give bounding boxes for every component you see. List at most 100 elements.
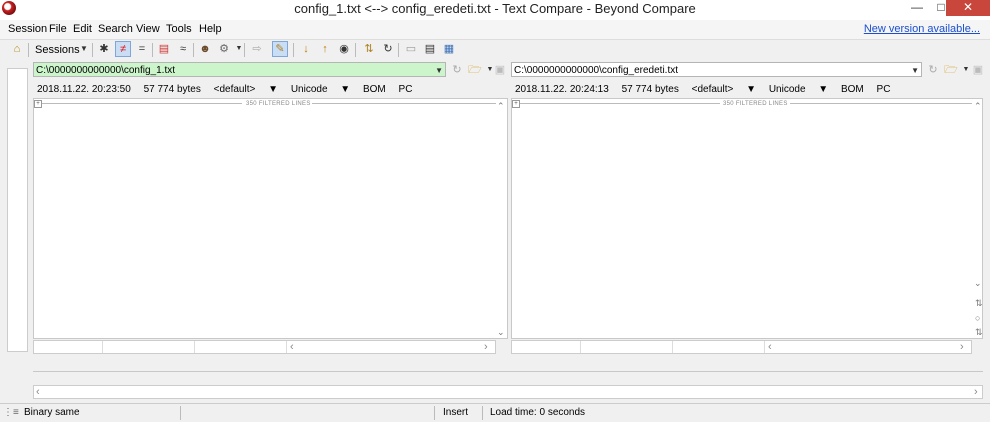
title-bar: config_1.txt <--> config_eredeti.txt - T… (0, 0, 990, 20)
left-filter-line (42, 103, 242, 104)
format-icon[interactable]: ⚙ (216, 41, 232, 57)
left-path-dropdown-icon[interactable]: ▼ (435, 63, 443, 78)
toolbar-separator (293, 43, 294, 57)
left-file-info: 2018.11.22. 20:23:50 57 774 bytes <defau… (37, 84, 422, 96)
menu-edit[interactable]: Edit (73, 23, 92, 35)
left-bom[interactable]: BOM (363, 84, 386, 95)
right-format-select[interactable]: <default> ▼ (692, 84, 756, 95)
right-text-pane[interactable] (511, 98, 983, 339)
previous-difference-icon[interactable]: ↑ (317, 41, 333, 57)
right-expand-icon[interactable]: + (512, 100, 520, 108)
menu-search[interactable]: Search (98, 23, 133, 35)
new-version-link[interactable]: New version available... (864, 23, 980, 35)
left-scroll-left-icon[interactable]: ‹ (290, 341, 294, 353)
find-icon[interactable]: ◉ (336, 41, 352, 57)
prev-section-icon[interactable]: ⇅ (975, 327, 983, 338)
copy-to-right-icon[interactable]: ⇨ (249, 41, 265, 57)
left-save-icon[interactable]: ▣ (492, 62, 508, 78)
context-icon[interactable]: ▤ (156, 41, 172, 57)
status-bar: ⋮≡ Binary same Insert Load time: 0 secon… (0, 403, 990, 422)
toolbar-separator (398, 43, 399, 57)
right-scroll-down-icon[interactable]: ⌄ (974, 278, 982, 289)
right-path-text: C:\0000000000000\config_eredeti.txt (514, 65, 679, 76)
left-filtered-lines-label: 350 FILTERED LINES (246, 101, 311, 107)
menu-tools[interactable]: Tools (166, 23, 192, 35)
reload-icon[interactable]: ↻ (380, 41, 396, 57)
left-scroll-up-icon[interactable]: ⌃ (497, 101, 505, 112)
status-separator (482, 406, 483, 420)
status-separator (180, 406, 181, 420)
edit-mode: Insert (443, 407, 469, 418)
left-expand-icon[interactable]: + (34, 100, 42, 108)
right-scroll-right-icon[interactable]: › (960, 341, 964, 353)
left-history-icon[interactable]: ↻ (449, 62, 465, 78)
grip-icon[interactable]: ⋮≡ (3, 407, 19, 418)
status-separator (434, 406, 435, 420)
swap-sides-icon[interactable]: ⇅ (361, 41, 377, 57)
next-difference-icon[interactable]: ↓ (298, 41, 314, 57)
next-section-icon[interactable]: ⇅ (975, 298, 983, 309)
right-filtered-lines-label: 350 FILTERED LINES (723, 101, 788, 107)
menu-view[interactable]: View (136, 23, 160, 35)
right-scroll-up-icon[interactable]: ⌃ (974, 101, 982, 112)
line-details-divider (33, 371, 983, 372)
left-horizontal-scrollbar[interactable]: ‹ › (33, 340, 496, 354)
right-scroll-left-icon[interactable]: ‹ (768, 341, 772, 353)
sessions-dropdown-icon[interactable]: ▼ (76, 41, 92, 57)
line-details-scrollbar[interactable]: ‹ › (33, 385, 983, 399)
close-button[interactable]: ✕ (946, 0, 990, 16)
right-encoding-select[interactable]: Unicode ▼ (769, 84, 828, 95)
details-scroll-left-icon[interactable]: ‹ (36, 386, 40, 398)
right-horizontal-scrollbar[interactable]: ‹ › (511, 340, 972, 354)
right-file-info: 2018.11.22. 20:24:13 57 774 bytes <defau… (515, 84, 900, 96)
window-title: config_1.txt <--> config_eredeti.txt - T… (294, 1, 696, 16)
minimize-button[interactable]: — (904, 0, 930, 16)
load-time: Load time: 0 seconds (490, 407, 586, 418)
compare-result: Binary same (24, 407, 80, 418)
left-filter-line (312, 103, 496, 104)
current-line-icon[interactable]: ○ (975, 313, 980, 323)
show-all-icon[interactable]: ✱ (96, 41, 112, 57)
toolbar-separator (244, 43, 245, 57)
left-encoding-select[interactable]: Unicode ▼ (291, 84, 350, 95)
toolbar: ⌂ Sessions ▼ ✱ ≠ = ▤ ≈ ☻ ⚙ ▼ ⇨ ✎ ↓ ↑ ◉ ⇅… (0, 40, 990, 60)
left-path-input[interactable]: C:\0000000000000\config_1.txt ▼ (33, 62, 446, 77)
left-scroll-down-icon[interactable]: ⌄ (497, 327, 505, 338)
show-differences-icon[interactable]: ≠ (115, 41, 131, 57)
left-scroll-right-icon[interactable]: › (484, 341, 488, 353)
menu-file[interactable]: File (49, 23, 67, 35)
rules-icon[interactable]: ☻ (197, 41, 213, 57)
home-icon[interactable]: ⌂ (9, 41, 25, 57)
left-path-text: C:\0000000000000\config_1.txt (36, 65, 175, 76)
right-history-icon[interactable]: ↻ (925, 62, 941, 78)
toolbar-separator (355, 43, 356, 57)
right-open-folder-icon[interactable]: 🗁 (943, 62, 959, 78)
left-open-folder-icon[interactable]: 🗁 (467, 62, 483, 78)
toolbar-separator (152, 43, 153, 57)
right-path-input[interactable]: C:\0000000000000\config_eredeti.txt ▼ (511, 62, 922, 77)
report-icon[interactable]: ▦ (441, 41, 457, 57)
right-save-icon[interactable]: ▣ (970, 62, 986, 78)
right-line-ending[interactable]: PC (877, 84, 891, 95)
menu-session[interactable]: Session (8, 23, 47, 35)
left-format-select[interactable]: <default> ▼ (214, 84, 278, 95)
right-bom[interactable]: BOM (841, 84, 864, 95)
left-text-pane[interactable] (33, 98, 508, 339)
menu-help[interactable]: Help (199, 23, 222, 35)
show-same-icon[interactable]: = (134, 41, 150, 57)
ignore-unimportant-icon[interactable]: ▭ (403, 41, 419, 57)
toolbar-separator (92, 43, 93, 57)
menu-bar: Session File Edit Search View Tools Help… (0, 20, 990, 40)
right-filter-line (790, 103, 972, 104)
sessions-button[interactable]: Sessions (35, 44, 80, 56)
details-scroll-right-icon[interactable]: › (974, 386, 978, 398)
left-line-ending[interactable]: PC (399, 84, 413, 95)
minor-differences-icon[interactable]: ≈ (175, 41, 191, 57)
right-filter-line (520, 103, 720, 104)
edit-icon[interactable]: ✎ (272, 41, 288, 57)
thumbnail-gutter[interactable] (7, 68, 28, 352)
right-size: 57 774 bytes (621, 84, 679, 95)
session-settings-icon[interactable]: ▤ (422, 41, 438, 57)
left-size: 57 774 bytes (143, 84, 201, 95)
right-path-dropdown-icon[interactable]: ▼ (911, 63, 919, 78)
